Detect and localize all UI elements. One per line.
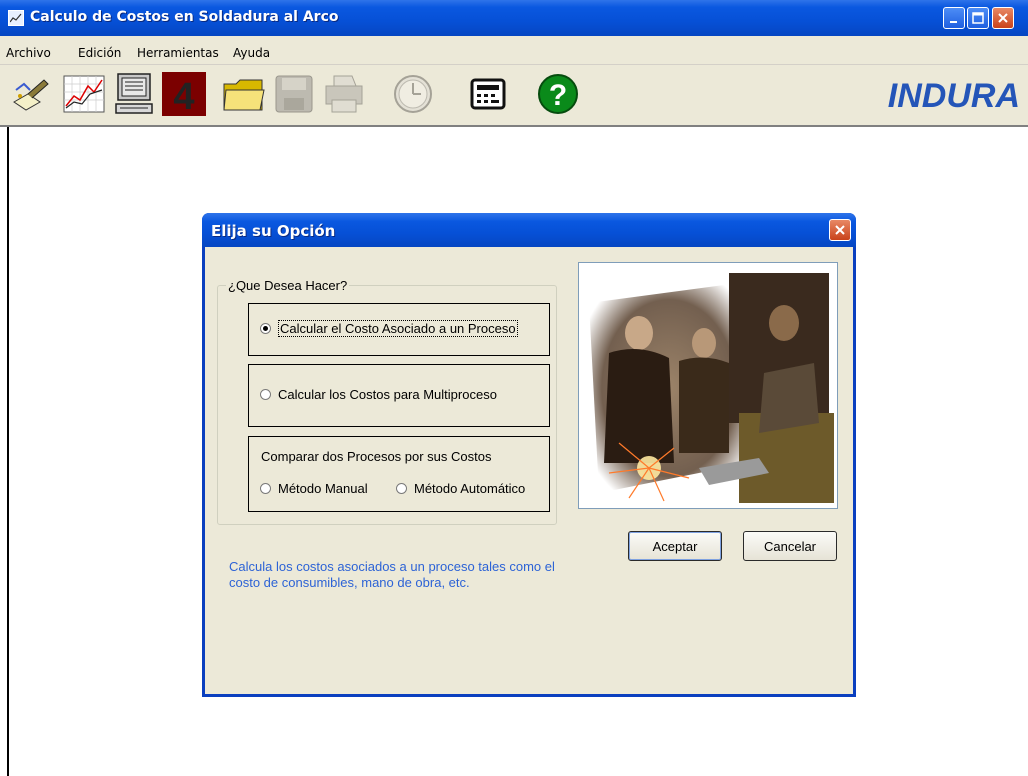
choose-option-dialog: Elija su Opción ¿Que Desea Hacer? Calcul… [202,213,856,697]
radio-single-process[interactable]: Calcular el Costo Asociado a un Proceso [260,320,518,337]
app-chart-icon [8,10,24,26]
svg-text:?: ? [549,79,567,112]
dialog-title: Elija su Opción [211,222,336,240]
menu-ayuda[interactable]: Ayuda [233,46,270,60]
cancel-button[interactable]: Cancelar [743,531,837,561]
radio-manual-method[interactable]: Método Manual [260,481,368,496]
toolbar-computer-button[interactable] [112,72,156,116]
toolbar-chart-button[interactable] [62,72,106,116]
calculator-icon [470,78,506,110]
radio-dot [260,483,271,494]
radio-label: Método Manual [278,481,368,496]
toolbar-welding-button[interactable] [10,72,54,116]
radio-automatic-method[interactable]: Método Automático [396,481,525,496]
radio-label: Calcular el Costo Asociado a un Proceso [278,320,518,337]
menu-archivo[interactable]: Archivo [6,46,51,60]
action-groupbox: ¿Que Desea Hacer? Calcular el Costo Asoc… [217,278,557,525]
menu-bar: Archivo Edición Herramientas Ayuda [0,36,1028,65]
option-frame-compare: Comparar dos Procesos por sus Costos Mét… [248,436,550,512]
maximize-button[interactable] [967,7,989,29]
toolbar-open-button[interactable] [222,72,266,116]
radio-label: Calcular los Costos para Multiproceso [278,387,497,402]
line-chart-icon [63,75,105,113]
toolbar: 4 ? INDURA [0,65,1028,127]
radio-multiprocess[interactable]: Calcular los Costos para Multiproceso [260,387,497,402]
radio-dot [260,323,271,334]
toolbar-calculator-button[interactable] [466,72,510,116]
minimize-button[interactable] [943,7,965,29]
toolbar-four-button[interactable]: 4 [162,72,206,118]
computer-icon [115,73,153,114]
help-icon: ? [538,74,578,114]
radio-dot [260,389,271,400]
number-four-icon: 4 [173,76,194,118]
menu-herramientas[interactable]: Herramientas [137,46,219,60]
save-disk-icon [275,75,313,113]
dialog-close-button[interactable] [829,219,851,241]
dialog-title-bar[interactable]: Elija su Opción [202,213,856,247]
menu-edicion[interactable]: Edición [78,46,121,60]
toolbar-clock-button[interactable] [391,72,435,116]
indura-logo: INDURA [788,77,1024,115]
toolbar-help-button[interactable]: ? [536,72,580,116]
radio-dot [396,483,407,494]
option-description: Calcula los costos asociados a un proces… [229,559,555,590]
radio-label: Método Automático [414,481,526,496]
compare-label: Comparar dos Procesos por sus Costos [261,449,492,464]
clock-icon [394,75,432,113]
window-title-bar[interactable]: Calculo de Costos en Soldadura al Arco [0,0,1028,36]
printer-icon [325,75,363,113]
dialog-body: ¿Que Desea Hacer? Calcular el Costo Asoc… [205,247,853,694]
svg-text:INDURA: INDURA [888,77,1020,113]
welding-collage-image [578,262,838,509]
welding-torch-icon [13,79,49,111]
svg-text:4: 4 [173,76,194,116]
open-folder-icon [223,79,265,111]
toolbar-print-button[interactable] [322,72,366,116]
option-frame-process: Calcular el Costo Asociado a un Proceso [248,303,550,356]
option-frame-multiprocess: Calcular los Costos para Multiproceso [248,364,550,427]
close-button[interactable] [992,7,1014,29]
accept-button[interactable]: Aceptar [628,531,722,561]
close-icon [835,225,845,235]
workspace-left-border [7,127,9,776]
window-title: Calculo de Costos en Soldadura al Arco [30,9,339,25]
toolbar-save-button[interactable] [272,72,316,116]
group-label: ¿Que Desea Hacer? [226,278,350,293]
